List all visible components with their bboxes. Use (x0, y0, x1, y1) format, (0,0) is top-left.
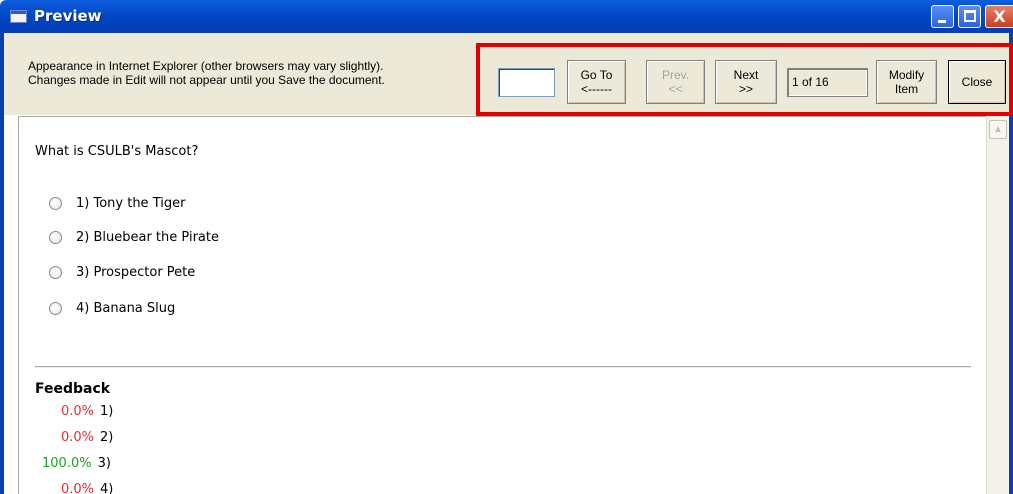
scroll-up-icon[interactable]: ▲ (989, 120, 1007, 139)
close-icon: X (993, 7, 1006, 26)
info-line-1: Appearance in Internet Explorer (other b… (28, 59, 384, 73)
question-text: What is CSULB's Mascot? (35, 144, 199, 159)
maximize-button[interactable] (958, 5, 981, 28)
answer-option-4[interactable]: 4) Banana Slug (49, 301, 175, 316)
feedback-percent: 0.0% (61, 404, 95, 419)
feedback-row: 0.0% 2) (61, 430, 113, 445)
option-label: 1) Tony the Tiger (76, 196, 186, 211)
feedback-row: 0.0% 4) (61, 482, 113, 494)
radio-button[interactable] (49, 231, 62, 244)
radio-button[interactable] (49, 302, 62, 315)
feedback-percent: 0.0% (61, 430, 95, 445)
feedback-percent: 0.0% (61, 482, 95, 494)
minimize-icon (938, 20, 946, 23)
highlight-box (476, 43, 1013, 116)
window-title-bar: Preview X (0, 0, 1013, 33)
feedback-option-number: 4) (100, 482, 114, 494)
radio-button[interactable] (49, 266, 62, 279)
feedback-option-number: 1) (100, 404, 114, 419)
vertical-scrollbar[interactable]: ▲ (986, 116, 1009, 494)
preview-info-text: Appearance in Internet Explorer (other b… (28, 59, 385, 87)
answer-option-1[interactable]: 1) Tony the Tiger (49, 196, 185, 211)
info-line-2: Changes made in Edit will not appear unt… (28, 73, 385, 87)
feedback-option-number: 3) (97, 456, 111, 471)
answer-option-2[interactable]: 2) Bluebear the Pirate (49, 230, 219, 245)
option-label: 3) Prospector Pete (76, 265, 196, 280)
window-title: Preview (34, 7, 102, 25)
minimize-button[interactable] (931, 5, 954, 28)
answer-option-3[interactable]: 3) Prospector Pete (49, 265, 195, 280)
section-divider (35, 366, 971, 368)
feedback-row: 100.0% 3) (42, 456, 111, 471)
feedback-title: Feedback (35, 381, 111, 397)
option-label: 2) Bluebear the Pirate (76, 230, 219, 245)
feedback-percent: 100.0% (42, 456, 92, 471)
maximize-icon (964, 10, 976, 22)
feedback-row: 0.0% 1) (61, 404, 113, 419)
window-close-button[interactable]: X (985, 5, 1013, 28)
feedback-option-number: 2) (100, 430, 114, 445)
window-icon (10, 10, 27, 23)
option-label: 4) Banana Slug (76, 301, 176, 316)
radio-button[interactable] (49, 197, 62, 210)
